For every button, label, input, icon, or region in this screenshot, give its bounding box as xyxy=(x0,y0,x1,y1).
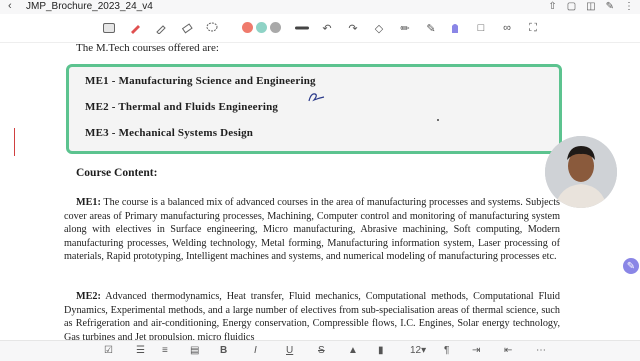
title-actions: ⇧ ▢ ◫ ✎ ⋮ xyxy=(548,0,634,14)
lasso-icon[interactable] xyxy=(205,21,219,35)
marker-icon[interactable]: ✎ xyxy=(424,21,438,35)
redo-icon[interactable]: ↷ xyxy=(346,21,360,35)
undo-icon[interactable]: ↶ xyxy=(320,21,334,35)
highlight-color-icon[interactable]: ▮ xyxy=(378,344,384,358)
courses-box: ME1 - Manufacturing Science and Engineer… xyxy=(66,64,562,154)
intro-text: The M.Tech courses offered are: xyxy=(76,42,219,54)
more-icon[interactable]: ⋮ xyxy=(624,0,634,14)
color-swatch-teal[interactable] xyxy=(256,22,267,33)
drawing-toolbar: ↶ ↷ ◇ ✏ ✎ □ ∞ ⛶ xyxy=(0,16,640,43)
strike-button[interactable]: S xyxy=(318,344,325,358)
course-item: ME2 - Thermal and Fluids Engineering xyxy=(85,101,279,113)
sticky-icon[interactable]: □ xyxy=(474,21,488,35)
more-format-icon[interactable]: ⋯ xyxy=(536,344,546,358)
webcam-overlay xyxy=(545,136,617,208)
pen-icon[interactable]: ✎ xyxy=(606,0,614,14)
pen-icon[interactable] xyxy=(128,21,142,35)
me1-paragraph: ME1: The course is a balanced mix of adv… xyxy=(64,196,560,264)
indent-icon[interactable]: ⇥ xyxy=(472,344,480,358)
me1-text: The course is a balanced mix of advanced… xyxy=(64,197,560,262)
checkbox-icon[interactable]: ☑ xyxy=(104,344,113,358)
ink-dot xyxy=(437,119,439,121)
document-title: JMP_Brochure_2023_24_v4 xyxy=(26,1,153,12)
line-thickness-icon[interactable] xyxy=(295,21,309,35)
link-icon[interactable]: ∞ xyxy=(500,21,514,35)
font-size-value: 12 xyxy=(410,345,422,356)
ink-squiggle xyxy=(308,93,325,102)
title-bar: ‹ JMP_Brochure_2023_24_v4 ⇧ ▢ ◫ ✎ ⋮ xyxy=(0,0,640,14)
me2-label: ME2: xyxy=(76,291,101,302)
share-icon[interactable]: ⇧ xyxy=(548,0,556,14)
outdent-icon[interactable]: ⇤ xyxy=(504,344,512,358)
back-chevron-icon[interactable]: ‹ xyxy=(8,0,12,13)
me2-paragraph: ME2: Advanced thermodynamics, Heat trans… xyxy=(64,290,560,340)
numbered-icon[interactable]: ≡ xyxy=(162,344,168,358)
italic-button[interactable]: I xyxy=(254,344,257,358)
margin-marker xyxy=(14,128,15,156)
section-heading: Course Content: xyxy=(76,167,158,179)
me2-text: Advanced thermodynamics, Heat transfer, … xyxy=(64,291,560,340)
eraser-icon[interactable] xyxy=(180,21,194,35)
underline-button[interactable]: U xyxy=(286,344,293,358)
fullscreen-icon[interactable]: ⛶ xyxy=(526,21,540,35)
columns-icon[interactable]: ◫ xyxy=(586,0,595,14)
page-view-icon[interactable] xyxy=(102,21,116,35)
course-item: ME1 - Manufacturing Science and Engineer… xyxy=(85,75,316,87)
highlighter-icon[interactable] xyxy=(154,21,168,35)
me1-label: ME1: xyxy=(76,197,101,208)
text-icon[interactable]: ✏ xyxy=(398,21,412,35)
presenter-avatar xyxy=(545,136,617,208)
book-icon[interactable]: ▢ xyxy=(567,0,576,14)
floating-pen-button[interactable]: ✎ xyxy=(623,258,639,274)
format-toolbar: ☑ ☰ ≡ ▤ B I U S ▲ ▮ 12▾ ¶ ⇥ ⇤ ⋯ xyxy=(0,340,640,361)
bullets-icon[interactable]: ☰ xyxy=(136,344,145,358)
color-swatch-gray[interactable] xyxy=(270,22,281,33)
shapes-icon[interactable]: ◇ xyxy=(372,21,386,35)
align-icon[interactable]: ▤ xyxy=(190,344,199,358)
course-item: ME3 - Mechanical Systems Design xyxy=(85,127,254,139)
text-color-icon[interactable]: ▲ xyxy=(348,344,358,358)
font-size-caret-icon: ▾ xyxy=(421,345,427,356)
font-size-select[interactable]: 12▾ xyxy=(410,344,426,358)
image-icon[interactable] xyxy=(448,21,462,35)
bold-button[interactable]: B xyxy=(220,344,227,358)
color-swatch-red[interactable] xyxy=(242,22,253,33)
paragraph-icon[interactable]: ¶ xyxy=(444,344,449,358)
